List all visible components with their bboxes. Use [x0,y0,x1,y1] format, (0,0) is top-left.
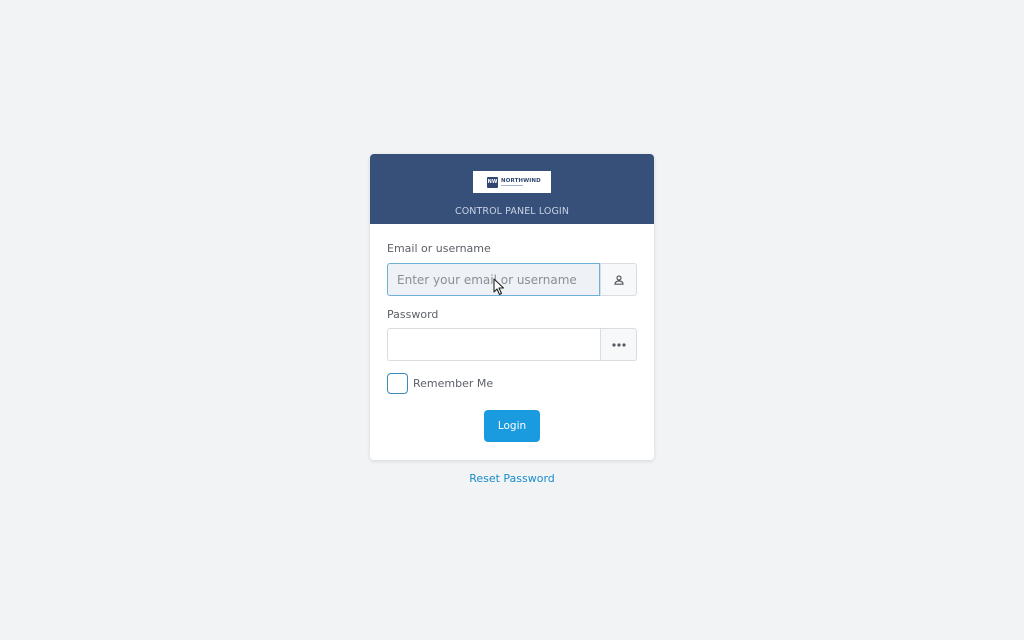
email-label: Email or username [387,242,491,255]
logo-name: NORTHWIND [501,177,541,184]
remember-me-label[interactable]: Remember Me [413,377,493,390]
password-addon [600,328,637,361]
reset-password-link[interactable]: Reset Password [469,472,555,485]
logo-mark: NW [487,176,498,188]
remember-me-row: Remember Me [387,373,493,394]
login-button[interactable]: Login [484,410,540,442]
password-input[interactable] [387,328,600,361]
card-header: NW NORTHWIND CONTROL PANEL LOGIN [370,154,654,224]
password-input-group [387,328,637,361]
mouse-cursor-icon [493,278,505,296]
login-card: NW NORTHWIND CONTROL PANEL LOGIN Email o… [370,154,654,460]
password-dots-icon [611,342,626,347]
reset-password-row: Reset Password [0,472,1024,485]
password-label: Password [387,308,439,321]
email-input-group [387,263,637,296]
page-title: CONTROL PANEL LOGIN [454,206,570,217]
user-icon [613,274,624,285]
logo-tagline-line [501,184,523,187]
remember-me-checkbox[interactable] [387,373,408,394]
northwind-logo: NW NORTHWIND [473,171,551,193]
email-addon [600,263,637,296]
